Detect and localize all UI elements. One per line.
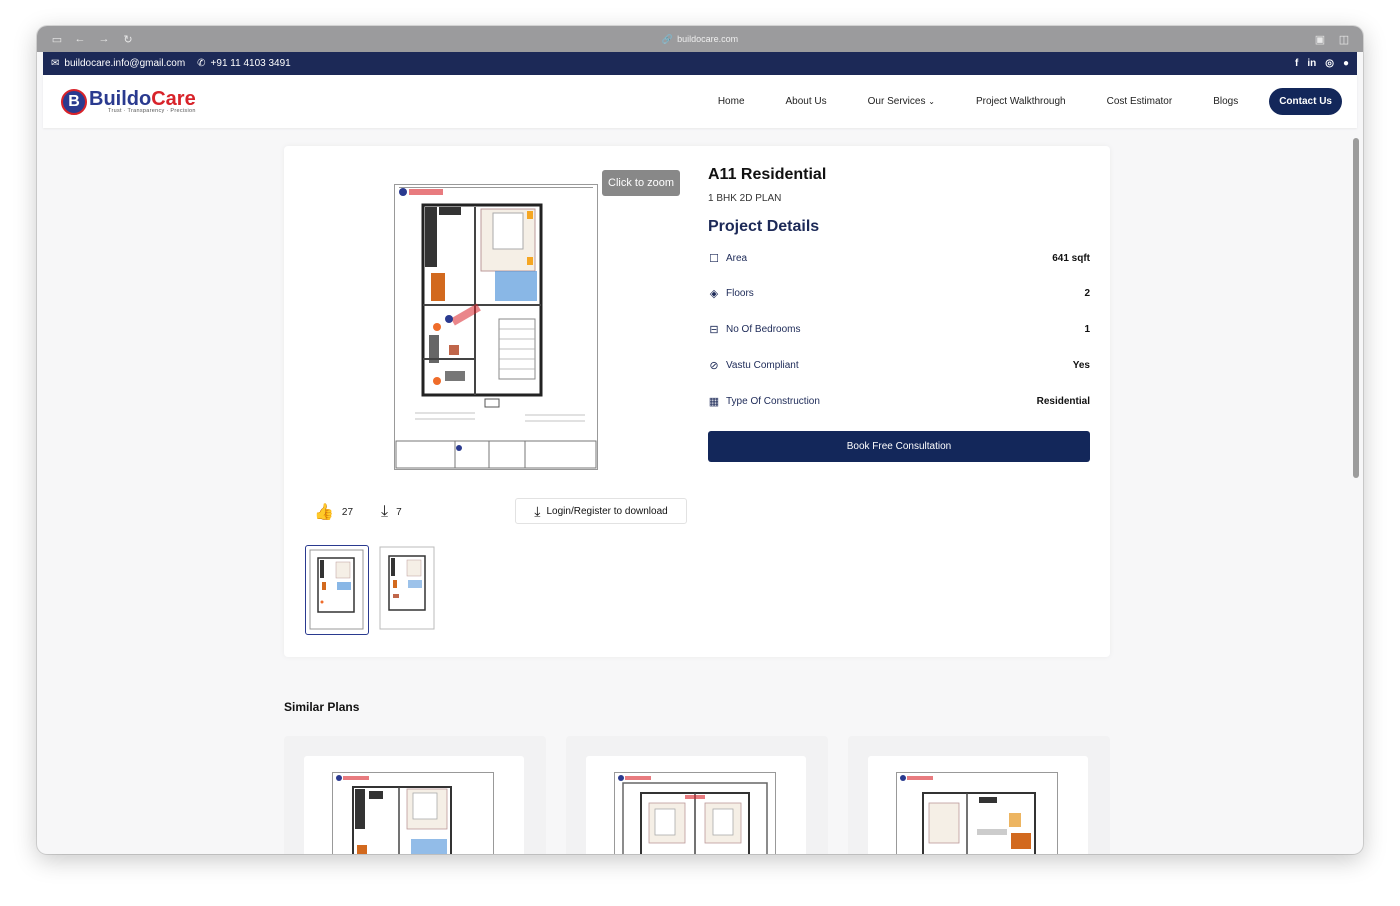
similar-plan-card-2[interactable]: [566, 736, 828, 854]
project-subtitle: 1 BHK 2D PLAN: [708, 193, 782, 204]
logo-tagline: Trust · Transparency · Precision: [108, 107, 196, 114]
linkedin-icon[interactable]: in: [1307, 58, 1316, 69]
phone-text: +91 11 4103 3491: [210, 58, 291, 69]
project-details-heading: Project Details: [708, 218, 820, 235]
logo-mark: B: [61, 88, 87, 115]
nav-blogs[interactable]: Blogs: [1213, 96, 1238, 107]
compass-icon: ⊘: [709, 359, 719, 372]
instagram-icon[interactable]: ◎: [1325, 58, 1334, 69]
login-to-download-button[interactable]: ⤓ Login/Register to download: [515, 498, 687, 524]
mail-icon: ✉: [51, 58, 60, 69]
phone-link[interactable]: ✆ +91 11 4103 3491: [197, 58, 291, 69]
detail-value: 2: [1084, 287, 1090, 299]
browser-chrome: ▭ ← → ↻ 🔗 buildocare.com ▣ ◫: [37, 26, 1363, 52]
plan-stats: 👍 27 ⤓ 7: [314, 502, 402, 522]
project-card: Click to zoom 👍 27 ⤓ 7 ⤓ Login/Register …: [284, 146, 1110, 657]
address-bar[interactable]: 🔗 buildocare.com: [37, 26, 1363, 52]
detail-floors: ◈ Floors 2: [708, 287, 1090, 300]
detail-value: Yes: [1072, 359, 1090, 371]
whatsapp-icon[interactable]: ●: [1343, 58, 1349, 69]
detail-vastu: ⊘ Vastu Compliant Yes: [708, 359, 1090, 372]
square-icon: ☐: [709, 252, 719, 265]
similar-plans-heading: Similar Plans: [284, 700, 360, 714]
click-to-zoom-badge[interactable]: Click to zoom: [602, 170, 681, 196]
browser-window: ▭ ← → ↻ 🔗 buildocare.com ▣ ◫ ✉ buildocar…: [37, 26, 1363, 854]
download-count: 7: [396, 506, 402, 518]
detail-label: Area: [726, 252, 748, 264]
url-text: buildocare.com: [677, 34, 739, 44]
split-view-icon[interactable]: ◫: [1337, 32, 1351, 46]
detail-label: No Of Bedrooms: [726, 323, 801, 335]
bed-icon: ⊟: [709, 323, 719, 336]
detail-value: 1: [1084, 323, 1090, 335]
detail-construction: ▦ Type Of Construction Residential: [708, 395, 1090, 408]
reader-icon[interactable]: ▣: [1313, 32, 1327, 46]
book-consultation-button[interactable]: Book Free Consultation: [708, 431, 1090, 462]
detail-label: Floors: [726, 287, 754, 299]
like-icon[interactable]: 👍: [314, 502, 334, 522]
contact-us-button[interactable]: Contact Us: [1269, 88, 1342, 115]
detail-label: Type Of Construction: [726, 395, 820, 407]
similar-plan-card-1[interactable]: [284, 736, 546, 854]
nav-about[interactable]: About Us: [786, 96, 827, 107]
logo-name: BuildoCare: [89, 87, 196, 110]
nav-services[interactable]: Our Services ⌄: [868, 96, 935, 107]
like-count: 27: [341, 506, 354, 518]
thumbnail-1[interactable]: [305, 545, 369, 635]
detail-bedrooms: ⊟ No Of Bedrooms 1: [708, 323, 1090, 336]
nav-links: Home About Us Our Services ⌄ Project Wal…: [718, 96, 1269, 107]
facebook-icon[interactable]: f: [1295, 58, 1298, 69]
detail-value: 641 sqft: [1052, 252, 1090, 264]
detail-label: Vastu Compliant: [726, 359, 799, 371]
logo[interactable]: B BuildoCare Trust · Transparency · Prec…: [61, 87, 196, 115]
similar-plan-image: [332, 772, 494, 854]
email-text: buildocare.info@gmail.com: [64, 58, 186, 69]
similar-plan-image: [614, 772, 776, 854]
main-navbar: B BuildoCare Trust · Transparency · Prec…: [43, 75, 1357, 128]
detail-value: Residential: [1036, 395, 1090, 407]
download-icon: ⤓: [534, 502, 541, 519]
social-links: f in ◎ ●: [1295, 58, 1349, 69]
nav-cost-estimator[interactable]: Cost Estimator: [1107, 96, 1173, 107]
nav-walkthrough[interactable]: Project Walkthrough: [976, 96, 1066, 107]
building-icon: ▦: [708, 395, 720, 408]
layers-icon: ◈: [709, 287, 719, 300]
page-scrollbar[interactable]: [1353, 138, 1359, 478]
similar-plan-card-3[interactable]: [848, 736, 1110, 854]
email-link[interactable]: ✉ buildocare.info@gmail.com: [51, 58, 185, 69]
phone-icon: ✆: [197, 58, 206, 69]
similar-plan-image: [896, 772, 1058, 854]
project-title: A11 Residential: [708, 166, 827, 183]
detail-area: ☐ Area 641 sqft: [708, 252, 1090, 265]
link-icon: 🔗: [661, 33, 674, 44]
floor-plan-image[interactable]: [394, 184, 598, 470]
nav-home[interactable]: Home: [718, 96, 745, 107]
chevron-down-icon: ⌄: [928, 97, 935, 106]
download-icon[interactable]: ⤓: [381, 503, 388, 521]
contact-topbar: ✉ buildocare.info@gmail.com ✆ +91 11 410…: [43, 52, 1357, 75]
download-button-label: Login/Register to download: [546, 505, 668, 517]
thumbnail-2[interactable]: [379, 546, 435, 630]
